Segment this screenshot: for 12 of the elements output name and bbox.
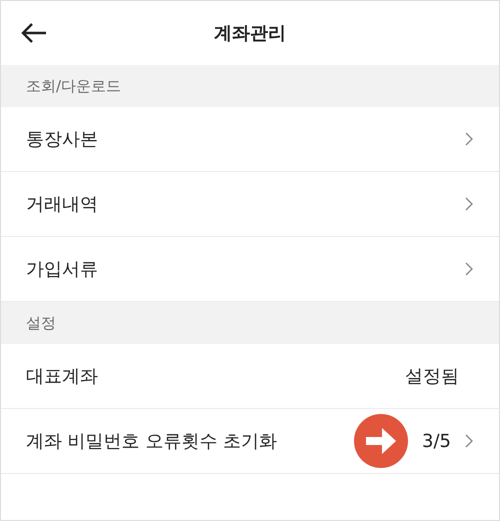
page-title: 계좌관리 <box>214 22 286 45</box>
chevron-icon <box>465 197 473 211</box>
menu-item[interactable]: 거래내역 <box>1 172 499 237</box>
chevron-icon <box>465 132 473 146</box>
section-header: 조회/다운로드 <box>1 65 499 107</box>
menu-item[interactable]: 통장사본 <box>1 107 499 172</box>
back-icon[interactable] <box>21 22 47 44</box>
menu-item[interactable]: 계좌 비밀번호 오류횟수 초기화 3/5 <box>1 409 499 474</box>
chevron-icon <box>465 434 473 448</box>
section-header: 설정 <box>1 302 499 344</box>
chevron-icon <box>465 262 473 276</box>
menu-item[interactable]: 대표계좌 설정됨 <box>1 344 499 409</box>
